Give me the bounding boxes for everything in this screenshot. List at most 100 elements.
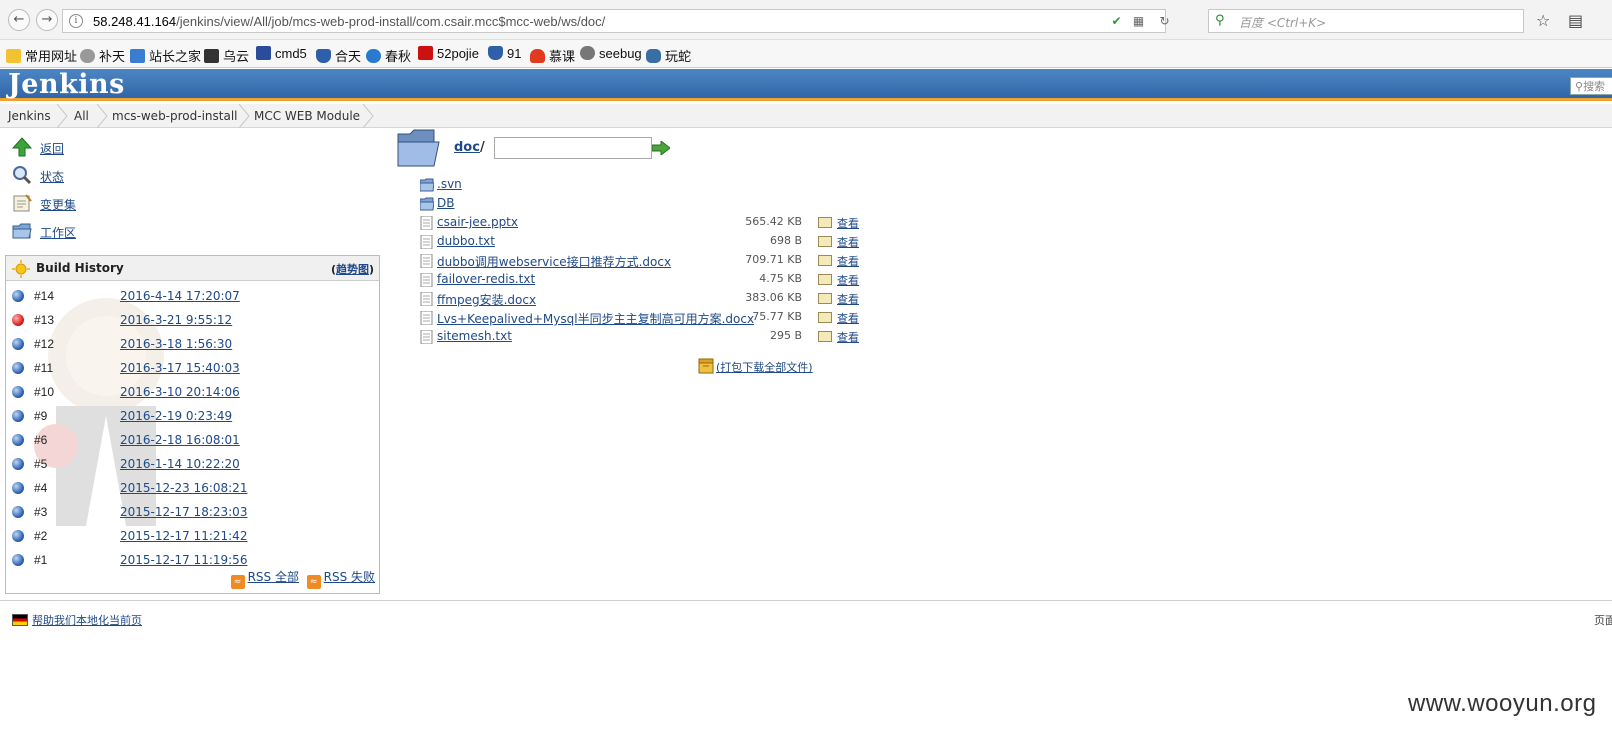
view-file-icon[interactable] [818, 274, 832, 285]
shield-check-icon[interactable]: ✔ [1109, 14, 1124, 29]
view-file-icon[interactable] [818, 217, 832, 228]
build-date-link[interactable]: 2016-3-18 1:56:30 [120, 337, 232, 351]
localize-help-link[interactable]: 帮助我们本地化当前页 [32, 614, 142, 627]
shield-icon [488, 46, 503, 60]
weather-sunny-icon [12, 260, 30, 278]
file-link[interactable]: csair-jee.pptx [437, 215, 518, 229]
file-link[interactable]: dubbo.txt [437, 234, 495, 248]
url-text[interactable]: 58.248.41.164/jenkins/view/All/job/mcs-w… [93, 14, 605, 29]
path-input[interactable] [494, 137, 652, 159]
build-date-link[interactable]: 2016-1-14 10:22:20 [120, 457, 240, 471]
view-link[interactable]: 查看 [837, 329, 859, 345]
view-file-icon[interactable] [818, 236, 832, 247]
chevron-right-icon [362, 103, 374, 129]
back-arrow-icon[interactable]: ← [8, 9, 30, 31]
status-ball-blue-icon[interactable] [12, 554, 24, 566]
dir-path-link[interactable]: doc [454, 140, 480, 155]
info-icon[interactable]: i [69, 14, 83, 28]
view-link[interactable]: 查看 [837, 291, 859, 307]
build-date-link[interactable]: 2016-2-19 0:23:49 [120, 409, 232, 423]
status-ball-blue-icon[interactable] [12, 530, 24, 542]
view-link[interactable]: 查看 [837, 234, 859, 250]
up-arrow-icon [12, 137, 32, 157]
file-link[interactable]: .svn [437, 177, 462, 191]
trend-link[interactable]: 趋势图 [336, 263, 369, 276]
task-changes-link[interactable]: 变更集 [40, 196, 76, 213]
build-number: #11 [34, 361, 54, 375]
build-date-link[interactable]: 2015-12-17 18:23:03 [120, 505, 247, 519]
forward-arrow-icon[interactable]: → [36, 9, 58, 31]
breadcrumb-item[interactable]: mcs-web-prod-install [112, 104, 238, 128]
reading-list-icon[interactable]: ▤ [1568, 11, 1583, 30]
bookmark-item[interactable]: cmd5 [256, 46, 307, 61]
address-bar[interactable]: i 58.248.41.164/jenkins/view/All/job/mcs… [62, 9, 1170, 33]
file-link[interactable]: failover-redis.txt [437, 272, 535, 286]
build-date-link[interactable]: 2016-3-21 9:55:12 [120, 313, 232, 327]
file-link[interactable]: dubbo调用webservice接口推荐方式.docx [437, 253, 671, 270]
view-link[interactable]: 查看 [837, 253, 859, 269]
footer-help: 帮助我们本地化当前页 [12, 612, 142, 628]
bookmark-item[interactable]: 91 [488, 46, 521, 61]
file-link[interactable]: Lvs+Keepalived+Mysql半同步主主复制高可用方案.docx [437, 310, 754, 327]
status-ball-blue-icon[interactable] [12, 434, 24, 446]
build-date-link[interactable]: 2016-4-14 17:20:07 [120, 289, 240, 303]
bookmark-item[interactable]: 合天 [316, 46, 361, 65]
status-ball-blue-icon[interactable] [12, 482, 24, 494]
status-ball-blue-icon[interactable] [12, 506, 24, 518]
rss-all-link[interactable]: RSS 全部 [248, 570, 299, 584]
bookmark-item[interactable]: 52pojie [418, 46, 479, 61]
build-date-link[interactable]: 2016-3-10 20:14:06 [120, 385, 240, 399]
breadcrumb-item[interactable]: MCC WEB Module [254, 104, 360, 128]
bookmark-item[interactable]: 常用网址 [6, 46, 77, 65]
view-link[interactable]: 查看 [837, 310, 859, 326]
status-ball-blue-icon[interactable] [12, 362, 24, 374]
download-all-link[interactable]: (打包下载全部文件) [716, 359, 813, 375]
view-file-icon[interactable] [818, 312, 832, 323]
build-date-link[interactable]: 2016-3-17 15:40:03 [120, 361, 240, 375]
star-icon[interactable]: ☆ [1536, 11, 1550, 30]
refresh-icon[interactable]: ↻ [1157, 14, 1172, 29]
browser-search-box[interactable]: ⚲ 百度 <Ctrl+K> [1208, 9, 1524, 33]
build-date-link[interactable]: 2015-12-17 11:19:56 [120, 553, 247, 567]
view-link[interactable]: 查看 [837, 215, 859, 231]
bookmark-item[interactable]: 补天 [80, 46, 125, 65]
build-date-link[interactable]: 2016-2-18 16:08:01 [120, 433, 240, 447]
flame-icon [530, 49, 545, 63]
qr-code-icon[interactable]: ▦ [1131, 14, 1146, 29]
bookmark-item[interactable]: 慕课 [530, 46, 575, 65]
bookmark-item[interactable]: 站长之家 [130, 46, 201, 65]
build-history-title: Build History [36, 261, 124, 275]
bookmark-item[interactable]: seebug [580, 46, 642, 61]
status-ball-blue-icon[interactable] [12, 458, 24, 470]
task-workspace-link[interactable]: 工作区 [40, 224, 76, 241]
go-arrow-icon[interactable] [652, 141, 670, 155]
jenkins-logo[interactable]: Jenkins [8, 69, 125, 100]
rss-failed-link[interactable]: RSS 失败 [324, 570, 375, 584]
bookmark-item[interactable]: 春秋 [366, 46, 411, 65]
task-status-link[interactable]: 状态 [40, 168, 64, 185]
bookmark-item[interactable]: 乌云 [204, 46, 249, 65]
status-ball-red-icon[interactable] [12, 314, 24, 326]
breadcrumb-item[interactable]: All [74, 104, 89, 128]
build-date-link[interactable]: 2015-12-17 11:21:42 [120, 529, 247, 543]
view-link[interactable]: 查看 [837, 272, 859, 288]
jenkins-search-box[interactable]: ⚲搜索 [1570, 77, 1612, 95]
build-number: #9 [34, 409, 48, 423]
build-number: #6 [34, 433, 48, 447]
build-date-link[interactable]: 2015-12-23 16:08:21 [120, 481, 247, 495]
bookmark-item[interactable]: 玩蛇 [646, 46, 691, 65]
file-link[interactable]: sitemesh.txt [437, 329, 512, 343]
file-link[interactable]: ffmpeg安装.docx [437, 291, 536, 308]
file-size: 4.75 KB [759, 272, 802, 285]
status-ball-blue-icon[interactable] [12, 410, 24, 422]
breadcrumb-item[interactable]: Jenkins [8, 104, 51, 128]
view-file-icon[interactable] [818, 293, 832, 304]
status-ball-blue-icon[interactable] [12, 386, 24, 398]
task-back-link[interactable]: 返回 [40, 140, 64, 157]
file-link[interactable]: DB [437, 196, 454, 210]
status-ball-blue-icon[interactable] [12, 290, 24, 302]
build-row: #12 2016-3-18 1:56:30 [6, 332, 379, 356]
status-ball-blue-icon[interactable] [12, 338, 24, 350]
view-file-icon[interactable] [818, 255, 832, 266]
view-file-icon[interactable] [818, 331, 832, 342]
